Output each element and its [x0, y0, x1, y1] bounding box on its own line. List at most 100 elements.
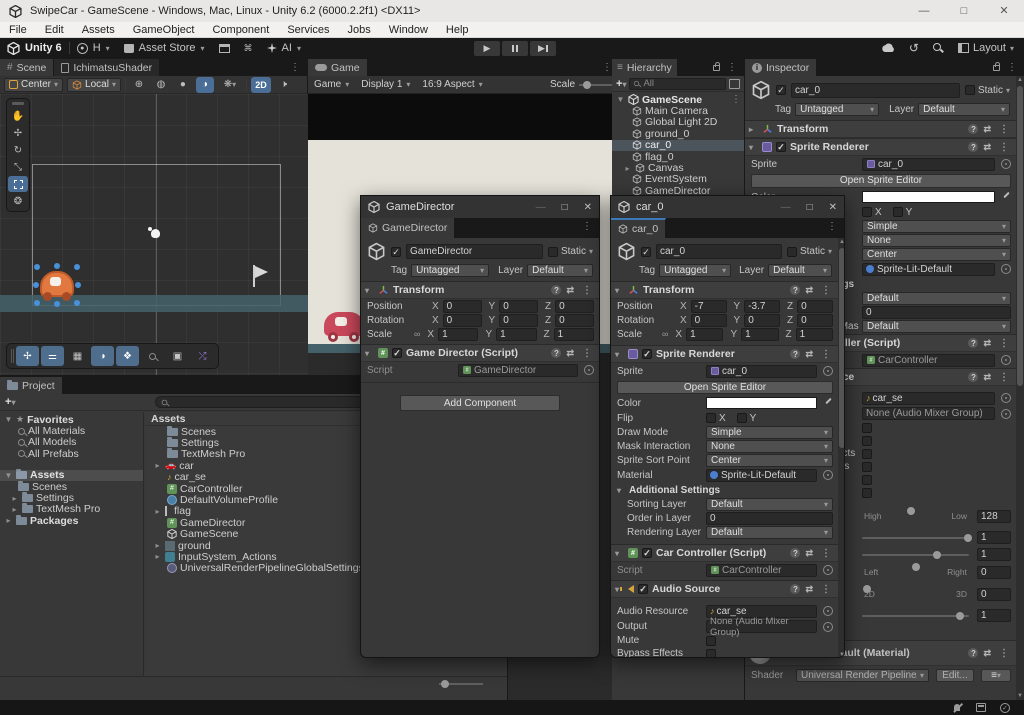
eyedropper-icon[interactable]	[823, 398, 833, 408]
preset-icon[interactable]: ⇄	[983, 338, 991, 349]
position-y-field[interactable]: 0	[499, 300, 538, 313]
fav-all-materials[interactable]: All Materials	[0, 425, 143, 436]
object-name-field[interactable]: GameDirector	[406, 244, 543, 259]
inspector-menu-kebab[interactable]: ⋮	[1004, 62, 1020, 73]
reverb-zone-mix-field[interactable]: 1	[977, 609, 1011, 622]
flip-x-checkbox[interactable]	[706, 413, 716, 423]
loop-checkbox[interactable]	[862, 488, 872, 498]
maximize-button[interactable]: □	[562, 202, 568, 213]
hierarchy-item-flag-0[interactable]: flag_0	[612, 151, 744, 162]
scene-viewport[interactable]: ✋ ✢ ↻ ⤡ ❂ ✢ ⚌ ▦ ◑ ❖ ▣ ⤮	[0, 94, 308, 375]
tab-inspector[interactable]: iInspector	[745, 59, 817, 76]
car0-window-titlebar[interactable]: car_0 —□✕	[611, 196, 844, 218]
overlay-search-icon[interactable]	[141, 346, 164, 366]
scene-menu-kebab[interactable]: ⋮	[287, 62, 303, 73]
menu-gameobject[interactable]: GameObject	[124, 24, 204, 36]
scrollbar-thumb[interactable]	[1017, 86, 1023, 386]
component-enabled-checkbox[interactable]: ✓	[642, 548, 652, 558]
object-picker-icon[interactable]	[1001, 355, 1011, 365]
preset-icon[interactable]: ⇄	[983, 372, 991, 383]
overlay-shuffle-icon[interactable]: ⤮	[191, 346, 214, 366]
menu-edit[interactable]: Edit	[36, 24, 73, 36]
help-icon[interactable]: ?	[968, 648, 978, 658]
transform-header[interactable]: ▾Transform ?⇄⋮	[361, 281, 599, 299]
object-picker-icon[interactable]	[1001, 159, 1011, 169]
scene-picker-icon[interactable]	[729, 79, 740, 89]
game-mode-dropdown[interactable]: Game▾	[308, 79, 355, 90]
static-toggle[interactable]: Static▾	[548, 246, 593, 257]
scale-z-field[interactable]: 1	[796, 328, 833, 341]
hierarchy-item-global-light-2d[interactable]: Global Light 2D	[612, 117, 744, 128]
notifications-muted-icon[interactable]	[952, 703, 962, 713]
tab-ichimatsushader[interactable]: IchimatsuShader	[54, 59, 160, 76]
minimize-button[interactable]: —	[904, 0, 944, 22]
rotation-z-field[interactable]: 0	[797, 314, 833, 327]
color-swatch[interactable]	[862, 191, 995, 203]
handle-l[interactable]	[33, 282, 39, 288]
hierarchy-scene-root[interactable]: ▼GameScene⋮	[612, 94, 744, 105]
object-picker-icon[interactable]	[1001, 409, 1011, 419]
overlay-move-icon[interactable]: ✢	[16, 346, 39, 366]
help-icon[interactable]: ?	[790, 349, 800, 359]
static-toggle[interactable]: Static▾	[965, 85, 1010, 96]
open-sprite-editor-button[interactable]: Open Sprite Editor	[617, 381, 833, 394]
hierarchy-item-canvas[interactable]: ▸Canvas	[612, 162, 744, 173]
pitch-slider[interactable]	[862, 554, 969, 556]
flag-sprite[interactable]	[253, 265, 269, 287]
inspector-lock-icon[interactable]	[993, 65, 1000, 71]
pivot-dropdown[interactable]: Center▾	[4, 78, 63, 92]
tab-game[interactable]: Game	[308, 59, 368, 76]
help-icon[interactable]: ?	[790, 548, 800, 558]
output-field[interactable]: None (Audio Mixer Group)	[862, 407, 995, 420]
scale-link-icon[interactable]: ∞	[414, 329, 420, 339]
account-dropdown[interactable]: ● H▾	[70, 42, 117, 54]
archive-button[interactable]	[212, 44, 237, 53]
hierarchy-item-ground-0[interactable]: ground_0	[612, 128, 744, 139]
transform-header[interactable]: ▸Transform ?⇄⋮	[745, 120, 1016, 138]
handle-bl[interactable]	[34, 300, 40, 306]
menu-assets[interactable]: Assets	[73, 24, 124, 36]
play-button[interactable]: ▶	[474, 41, 500, 56]
flip-y-checkbox[interactable]	[893, 207, 903, 217]
bypass-reverb-zones-checkbox[interactable]	[862, 462, 872, 472]
tree-assets-root[interactable]: ▼Assets	[0, 470, 143, 481]
sprite-field[interactable]: car_0	[706, 365, 817, 378]
handle-tl[interactable]	[34, 264, 40, 270]
overlay-drag-handle[interactable]	[11, 349, 14, 363]
menu-help[interactable]: Help	[437, 24, 478, 36]
scale-tool[interactable]: ⤡	[8, 159, 28, 175]
script-field[interactable]: #CarController	[862, 354, 995, 367]
tab-car0[interactable]: car_0	[611, 218, 666, 238]
bypass-effects-checkbox[interactable]	[862, 436, 872, 446]
preset-icon[interactable]: ⇄	[983, 124, 991, 135]
active-checkbox[interactable]: ✓	[641, 247, 651, 257]
help-icon[interactable]: ?	[790, 285, 800, 295]
audio-resource-field[interactable]: ♪car_se	[862, 392, 995, 405]
scale-y-field[interactable]: 1	[496, 328, 536, 341]
preset-icon[interactable]: ⇄	[805, 548, 813, 559]
scale-x-field[interactable]: 1	[686, 328, 723, 341]
scale-x-field[interactable]: 1	[438, 328, 478, 341]
shader-list-dropdown[interactable]: ≡ ▾	[981, 669, 1011, 682]
transform-tool[interactable]: ❂	[8, 193, 28, 209]
overlay-camera-icon[interactable]: ▣	[166, 346, 189, 366]
color-swatch[interactable]	[706, 397, 817, 409]
pitch-field[interactable]: 1	[977, 548, 1011, 561]
draw-mode-dropdown[interactable]: Simple▾	[706, 426, 833, 439]
menu-window[interactable]: Window	[380, 24, 437, 36]
rotate-tool[interactable]: ↻	[8, 142, 28, 158]
material-field[interactable]: Sprite-Lit-Default	[862, 263, 995, 276]
hierarchy-item-car-0-selected[interactable]: car_0	[612, 140, 744, 151]
scene-gizmo-toggle[interactable]: ⊕	[130, 77, 148, 93]
window-scrollbar[interactable]: ▲ ▼	[838, 238, 845, 658]
output-field[interactable]: None (Audio Mixer Group)	[706, 620, 817, 633]
object-picker-icon[interactable]	[823, 470, 833, 480]
close-button[interactable]: ✕	[984, 0, 1024, 22]
play-on-awake-checkbox[interactable]	[862, 475, 872, 485]
add-component-button[interactable]: Add Component	[400, 395, 560, 411]
eyedropper-icon[interactable]	[1001, 192, 1011, 202]
scene-lighting-toggle[interactable]: ◑	[196, 77, 214, 93]
position-y-field[interactable]: -3.7	[744, 300, 780, 313]
menu-file[interactable]: File	[0, 24, 36, 36]
component-kebab[interactable]: ⋮	[996, 648, 1012, 659]
